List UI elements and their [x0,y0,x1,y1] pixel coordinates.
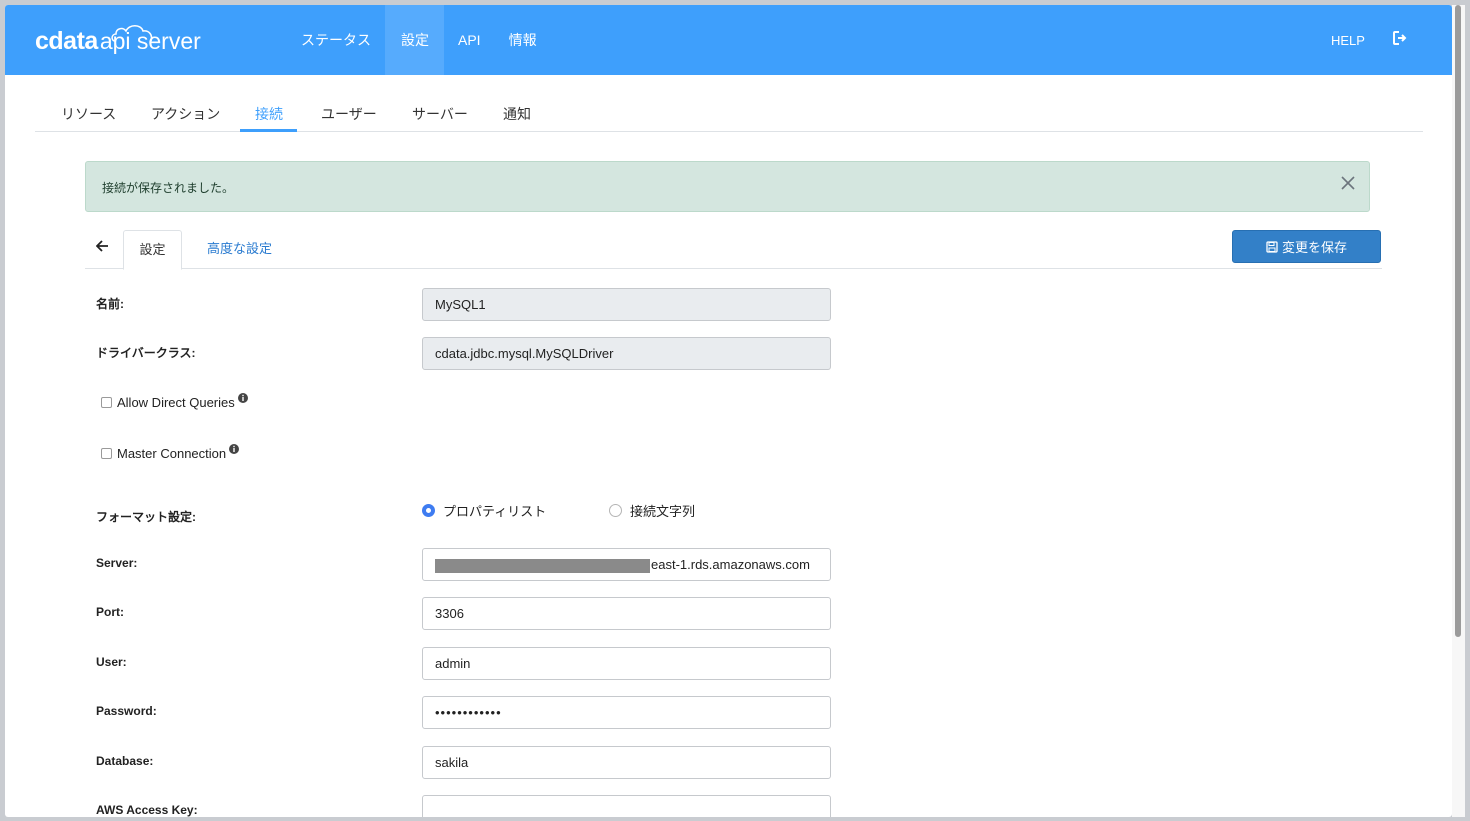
allow-direct-queries-checkbox[interactable] [101,397,112,408]
close-icon[interactable] [1341,176,1355,190]
top-navbar: cdata api server ステータス 設定 API 情報 HELP [5,5,1452,75]
master-connection-row: Master Connection [101,443,240,461]
nav-status[interactable]: ステータス [287,5,385,75]
success-alert: 接続が保存されました。 [85,161,1370,212]
cdata-logo[interactable]: cdata api server [35,21,201,61]
active-tab-indicator [240,129,297,132]
property-list-label: プロパティリスト [443,504,547,519]
cloud-icon [111,25,153,42]
driver-class-field[interactable]: cdata.jdbc.mysql.MySQLDriver [422,337,831,370]
subnav-resources[interactable]: リソース [61,104,116,124]
tab-settings[interactable]: 設定 [123,230,182,270]
server-value: east-1.rds.amazonaws.com [651,557,810,572]
back-arrow-icon[interactable] [96,240,109,252]
main-nav: ステータス 設定 API 情報 [287,5,551,75]
subnav-actions[interactable]: アクション [151,104,220,124]
scrollbar-thumb[interactable] [1455,5,1461,637]
server-input[interactable]: east-1.rds.amazonaws.com [422,548,831,581]
port-label: Port: [96,605,124,619]
password-label: Password: [96,704,157,718]
logo-brand: cdata [35,26,98,55]
subnav-connections[interactable]: 接続 [255,104,283,124]
app-window: cdata api server ステータス 設定 API 情報 HELP リソ… [5,5,1452,817]
allow-direct-queries-label[interactable]: Allow Direct Queries [117,395,235,410]
allow-direct-queries-row: Allow Direct Queries [101,392,248,410]
nav-info[interactable]: 情報 [495,5,551,75]
server-label: Server: [96,556,138,570]
nav-settings[interactable]: 設定 [385,5,444,75]
aws-access-key-input[interactable] [422,795,831,817]
driver-class-label: ドライバークラス: [96,346,196,360]
user-input[interactable]: admin [422,647,831,680]
database-input[interactable]: sakila [422,746,831,779]
port-input[interactable]: 3306 [422,597,831,630]
save-button-label: 変更を保存 [1281,240,1347,255]
format-settings-label: フォーマット設定: [96,510,196,524]
settings-subnav: リソース アクション 接続 ユーザー サーバー 通知 [35,93,1423,132]
nav-api[interactable]: API [444,5,495,75]
save-changes-button[interactable]: 変更を保存 [1232,230,1381,263]
info-icon[interactable] [237,392,248,403]
master-connection-checkbox[interactable] [101,448,112,459]
aws-access-key-label: AWS Access Key: [96,803,198,817]
connection-string-label: 接続文字列 [630,504,696,519]
user-label: User: [96,655,127,669]
name-field[interactable]: MySQL1 [422,288,831,321]
format-option-property-list[interactable]: プロパティリスト [422,501,546,520]
radio-property-list[interactable] [422,504,435,517]
subnav-server[interactable]: サーバー [412,104,468,124]
database-label: Database: [96,754,154,768]
logout-icon[interactable] [1393,31,1407,45]
save-icon [1266,240,1278,253]
info-icon[interactable] [229,443,240,454]
help-link[interactable]: HELP [1331,5,1365,75]
radio-connection-string[interactable] [609,504,622,517]
password-input[interactable]: •••••••••••• [422,696,831,729]
alert-message: 接続が保存されました。 [102,181,235,195]
redacted-text [435,558,650,573]
name-label: 名前: [96,297,124,311]
format-option-connection-string[interactable]: 接続文字列 [609,501,695,520]
connection-tabs: 設定 高度な設定 [85,229,1382,270]
vertical-scrollbar[interactable] [1452,5,1465,817]
subnav-notifications[interactable]: 通知 [503,104,531,124]
tab-advanced-settings[interactable]: 高度な設定 [207,230,272,267]
subnav-users[interactable]: ユーザー [321,104,377,124]
master-connection-label[interactable]: Master Connection [117,446,226,461]
